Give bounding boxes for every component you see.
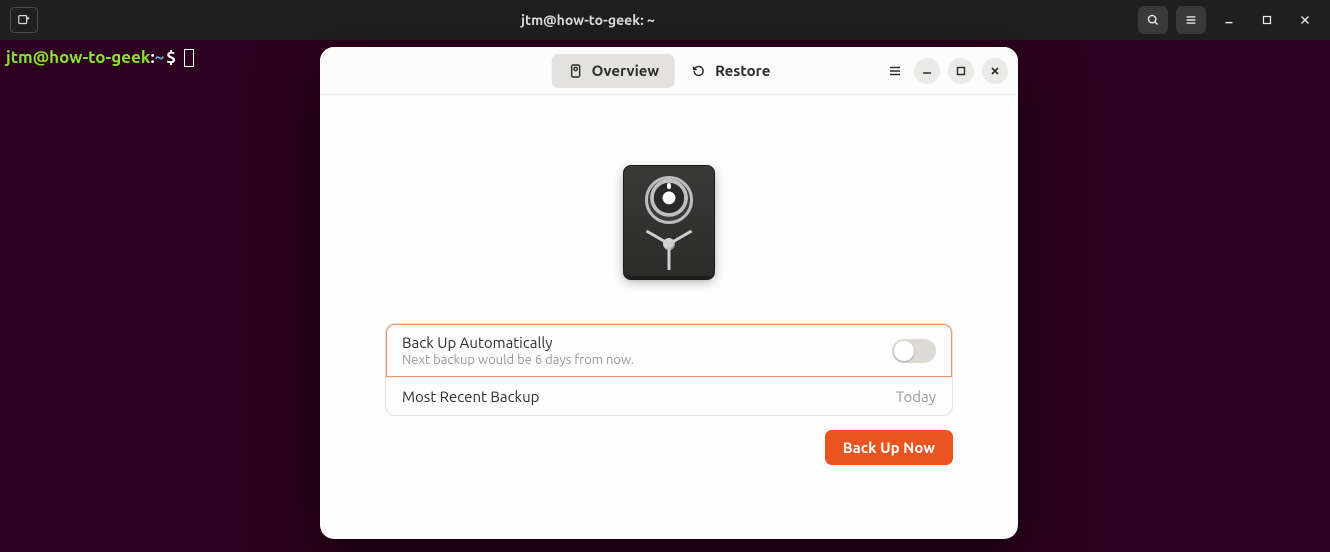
prompt-path: ~: [155, 48, 165, 67]
terminal-titlebar: jtm@how-to-geek: ~: [0, 0, 1330, 40]
terminal-title: jtm@how-to-geek: ~: [38, 12, 1138, 28]
restore-icon: [691, 63, 707, 79]
app-close-button[interactable]: [982, 58, 1008, 84]
prompt-user: jtm@how-to-geek: [6, 48, 150, 67]
app-maximize-button[interactable]: [948, 58, 974, 84]
maximize-icon: [1260, 13, 1274, 27]
backup-headerbar: Overview Restore: [320, 47, 1018, 95]
row-most-recent-backup: Most Recent Backup Today: [386, 377, 952, 415]
app-menu-button[interactable]: [884, 60, 906, 82]
backup-window: Overview Restore: [320, 47, 1018, 539]
tab-restore-label: Restore: [715, 62, 770, 79]
maximize-icon: [955, 65, 967, 77]
search-button[interactable]: [1138, 6, 1168, 34]
tab-overview[interactable]: Overview: [552, 54, 675, 88]
recent-backup-value: Today: [896, 388, 936, 405]
hamburger-menu-button[interactable]: [1176, 6, 1206, 34]
terminal-cursor: [184, 49, 194, 67]
row-backup-automatically[interactable]: Back Up Automatically Next backup would …: [385, 323, 953, 378]
close-icon: [989, 65, 1001, 77]
close-icon: [1298, 13, 1312, 27]
minimize-icon: [1222, 13, 1236, 27]
safe-icon: [623, 165, 715, 277]
hamburger-icon: [887, 63, 903, 79]
overview-icon: [568, 63, 584, 79]
auto-backup-title: Back Up Automatically: [402, 334, 634, 351]
search-icon: [1146, 13, 1160, 27]
auto-backup-toggle[interactable]: [892, 339, 936, 363]
tab-switcher: Overview Restore: [552, 54, 787, 88]
tab-restore[interactable]: Restore: [675, 54, 786, 88]
prompt-symbol: $: [166, 48, 176, 67]
window-close-button[interactable]: [1290, 6, 1320, 34]
auto-backup-subtitle: Next backup would be 6 days from now.: [402, 353, 634, 367]
hamburger-icon: [1184, 13, 1198, 27]
window-minimize-button[interactable]: [1214, 6, 1244, 34]
tab-overview-label: Overview: [592, 62, 659, 79]
back-up-now-button[interactable]: Back Up Now: [825, 430, 953, 465]
new-tab-button[interactable]: [10, 7, 38, 33]
recent-backup-label: Most Recent Backup: [402, 388, 539, 405]
minimize-icon: [921, 65, 933, 77]
window-maximize-button[interactable]: [1252, 6, 1282, 34]
terminal-prompt[interactable]: jtm@how-to-geek : ~ $: [6, 48, 194, 67]
app-minimize-button[interactable]: [914, 58, 940, 84]
backup-content: Back Up Automatically Next backup would …: [320, 95, 1018, 539]
settings-panel: Back Up Automatically Next backup would …: [385, 323, 953, 416]
